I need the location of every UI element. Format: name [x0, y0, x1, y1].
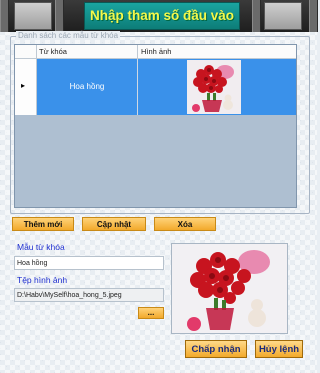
update-button[interactable]: Cập nhật: [82, 217, 146, 231]
add-new-button[interactable]: Thêm mới: [12, 217, 74, 231]
image-preview: [171, 243, 288, 334]
header-post-left: [0, 0, 9, 32]
accept-button[interactable]: Chấp nhận: [185, 340, 247, 358]
keyword-grid[interactable]: Từ khóa Hình ảnh ▸ Hoa hồng: [14, 44, 297, 208]
column-header-image[interactable]: Hình ảnh: [138, 45, 296, 58]
browse-button[interactable]: ...: [138, 307, 164, 319]
row-selected-marker: ▸: [21, 81, 26, 90]
row-indicator[interactable]: ▸: [15, 59, 37, 115]
grid-corner: [15, 45, 37, 58]
header-post: [55, 0, 64, 32]
keyword-label: Mẫu từ khóa: [17, 242, 65, 252]
title-bar: Nhập tham số đầu vào: [0, 0, 318, 32]
header-post: [252, 0, 261, 32]
image-file-label: Tệp hình ảnh: [17, 275, 68, 285]
image-path-field[interactable]: D:\Habv\MySelf\hoa_hong_5.jpeg: [14, 288, 164, 302]
header-panel-right: [264, 2, 302, 30]
group-title: Danh sách các mẫu từ khóa: [16, 31, 121, 40]
image-cell[interactable]: [138, 59, 296, 115]
cancel-button[interactable]: Hủy lệnh: [255, 340, 303, 358]
window-title: Nhập tham số đầu vào: [84, 2, 240, 30]
column-header-keyword[interactable]: Từ khóa: [36, 45, 138, 58]
header-panel-left: [14, 2, 52, 30]
keyword-cell[interactable]: Hoa hồng: [37, 59, 138, 115]
rose-bouquet-image: [172, 244, 287, 333]
rose-bouquet-image: [187, 60, 241, 114]
delete-button[interactable]: Xóa: [154, 217, 216, 231]
header-post-right: [309, 0, 318, 32]
keyword-field[interactable]: Hoa hồng: [14, 256, 164, 270]
table-row[interactable]: ▸ Hoa hồng: [15, 59, 296, 115]
grid-header: Từ khóa Hình ảnh: [15, 45, 296, 59]
